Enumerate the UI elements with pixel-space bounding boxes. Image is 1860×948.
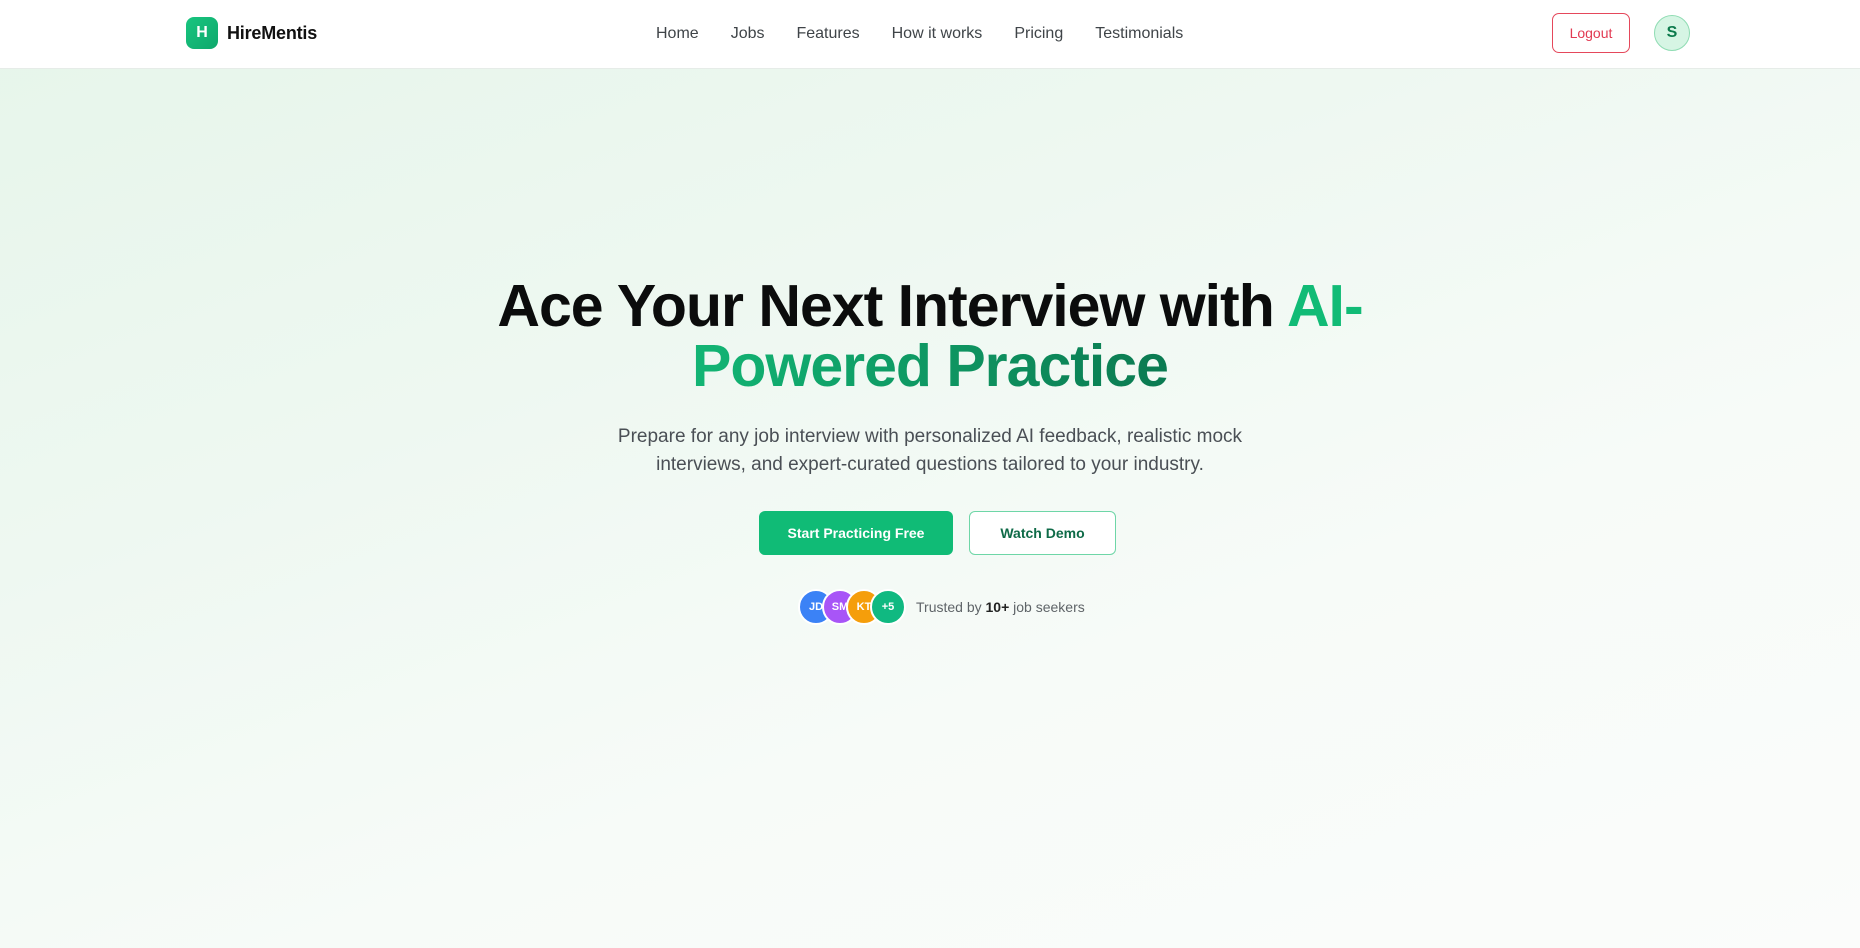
top-navbar: H HireMentis Home Jobs Features How it w… [0, 0, 1860, 69]
trust-prefix: Trusted by [916, 599, 982, 615]
nav-link-home[interactable]: Home [656, 25, 699, 43]
trust-count: 10+ [985, 599, 1010, 615]
trust-text: Trusted by 10+ job seekers [916, 599, 1085, 615]
nav-link-testimonials[interactable]: Testimonials [1095, 25, 1183, 43]
avatar-stack: JD SM KT +5 [798, 588, 908, 626]
trust-indicator: JD SM KT +5 Trusted by 10+ job seekers [798, 588, 1085, 626]
hero-title: Ace Your Next Interview with AI- Powered… [0, 276, 1860, 396]
hero-title-highlight: AI- [1286, 273, 1364, 339]
avatar-more-count: +5 [870, 589, 906, 625]
nav-link-features[interactable]: Features [796, 25, 859, 43]
brand-logo-icon: H [186, 17, 218, 49]
brand-name: HireMentis [227, 22, 318, 43]
nav-link-pricing[interactable]: Pricing [1014, 25, 1063, 43]
user-avatar[interactable]: S [1654, 15, 1690, 51]
hero-title-text: Ace Your Next Interview with [497, 273, 1274, 339]
hero-subtitle: Prepare for any job interview with perso… [617, 426, 1243, 475]
start-practicing-button[interactable]: Start Practicing Free [759, 511, 953, 555]
main-nav: Home Jobs Features How it works Pricing … [656, 0, 1183, 67]
trust-suffix: job seekers [1013, 599, 1085, 615]
nav-link-jobs[interactable]: Jobs [731, 25, 765, 43]
logout-button[interactable]: Logout [1552, 13, 1630, 53]
brand-logo[interactable]: H HireMentis [186, 17, 317, 49]
nav-link-how-it-works[interactable]: How it works [892, 25, 983, 43]
watch-demo-button[interactable]: Watch Demo [969, 511, 1116, 555]
hero-title-highlight-line2: Powered Practice [692, 333, 1169, 399]
